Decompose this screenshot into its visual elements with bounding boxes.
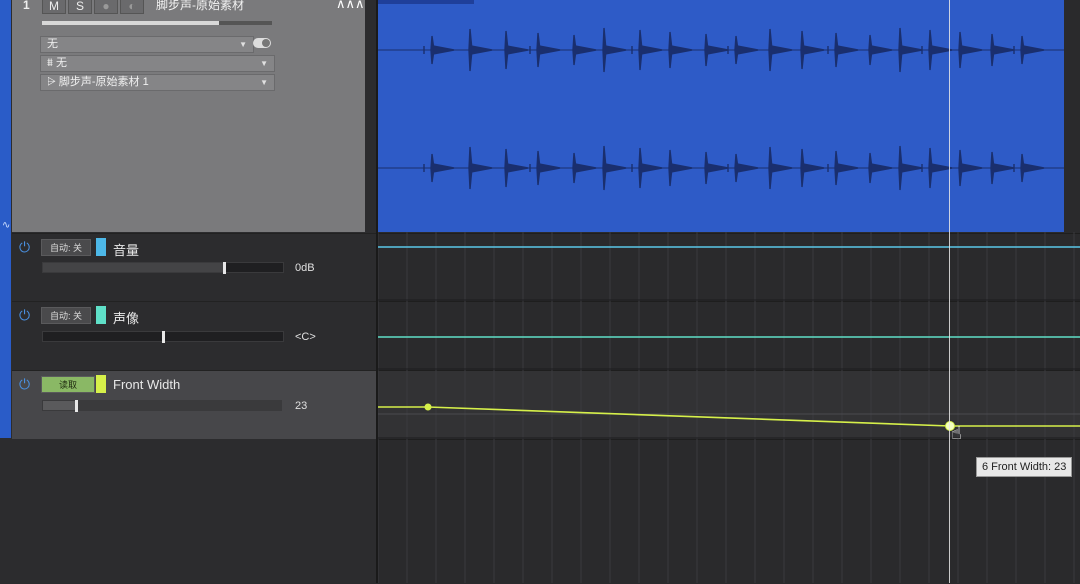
slider-fill (43, 263, 223, 272)
power-icon[interactable]: ⏻ (19, 377, 33, 391)
automation-param-value: 0dB (295, 262, 315, 274)
playhead-cursor[interactable] (949, 0, 950, 583)
automation-param-value: 23 (295, 400, 308, 412)
automation-param-slider[interactable] (42, 400, 282, 412)
layer-icon: ⩥ (47, 76, 59, 88)
mute-button[interactable]: M (42, 0, 66, 14)
automation-expand-icon[interactable]: ∿ (2, 220, 10, 231)
hand-cursor-icon: ☝ (951, 423, 962, 443)
automation-param-name: Front Width (113, 377, 181, 392)
monitor-toggle-icon[interactable] (253, 38, 271, 48)
layer-select-value: 脚步声-原始素材 1 (58, 76, 149, 88)
output-select[interactable]: ⩩ 无 ▼ (40, 55, 275, 72)
input-select[interactable]: 无 ▼ (40, 36, 254, 53)
track-name[interactable]: 脚步声-原始素材 (156, 0, 244, 13)
output-select-value: 无 (55, 57, 67, 69)
solo-button[interactable]: S (68, 0, 92, 14)
automation-param-name: 声像 (113, 311, 140, 326)
automation-point[interactable] (424, 403, 432, 411)
slider-thumb[interactable] (162, 331, 165, 343)
track-volume-fill (42, 21, 220, 25)
automation-param-slider[interactable] (42, 262, 284, 274)
slider-thumb[interactable] (223, 262, 226, 274)
automation-grid (378, 232, 1080, 583)
audio-clip[interactable] (378, 0, 1064, 232)
automation-param-value: <C> (295, 331, 316, 343)
clip-header[interactable] (378, 0, 474, 4)
track-color-strip (0, 0, 11, 232)
automation-mode-button[interactable]: 自动: 关 (41, 239, 91, 256)
automation-mode-button[interactable]: 读取 (41, 376, 95, 393)
automation-param-slider[interactable] (42, 331, 284, 343)
waveform (378, 27, 1064, 191)
track-header[interactable] (12, 0, 365, 232)
arrange-background (1064, 0, 1080, 232)
lane-color-chip (96, 238, 106, 256)
automation-mode-button[interactable]: 自动: 关 (41, 307, 91, 324)
automation-color-strip (0, 232, 11, 438)
track-volume-slider[interactable] (42, 21, 272, 25)
waveform-icon[interactable]: ∧∧∧ (336, 0, 365, 12)
track-number: 1 (23, 0, 30, 12)
lane-color-chip (96, 375, 106, 393)
automation-param-name: 音量 (113, 243, 140, 258)
chevron-down-icon: ▼ (260, 59, 268, 68)
power-icon[interactable]: ⏻ (19, 308, 33, 322)
lane-color-chip (96, 306, 106, 324)
chevron-down-icon: ▼ (239, 40, 247, 49)
layer-select[interactable]: ⩥ 脚步声-原始素材 1 ▼ (40, 74, 275, 91)
monitor-button[interactable]: ◐ (120, 0, 144, 14)
slider-thumb[interactable] (75, 400, 78, 412)
chevron-down-icon: ▼ (260, 78, 268, 87)
slider-fill (43, 401, 75, 410)
power-icon[interactable]: ⏻ (19, 240, 33, 254)
output-icon: ⩩ (47, 57, 56, 69)
automation-value-tooltip: 6 Front Width: 23 (976, 457, 1073, 477)
record-arm-button[interactable]: ● (94, 0, 118, 14)
input-select-value: 无 (47, 38, 58, 50)
front-width-automation-line[interactable] (378, 406, 1080, 427)
